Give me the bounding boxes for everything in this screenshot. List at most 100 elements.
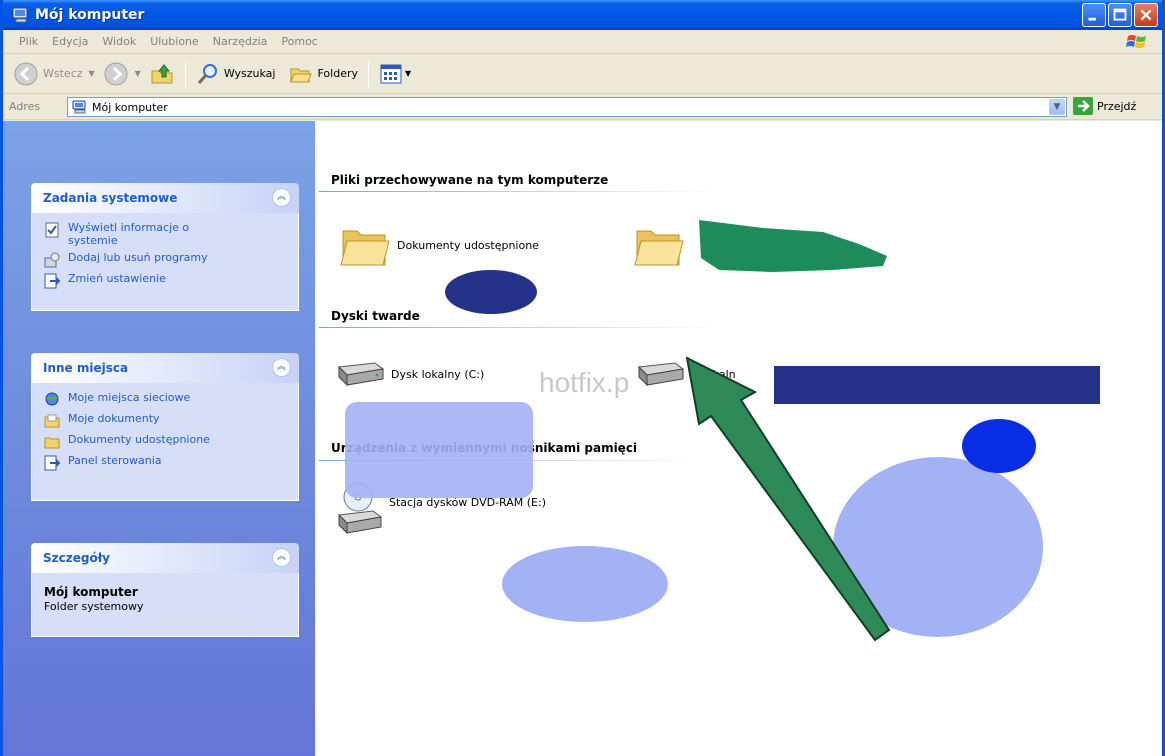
minimize-button[interactable]	[1082, 3, 1106, 27]
views-dropdown-icon[interactable]: ▼	[405, 69, 411, 78]
folders-button[interactable]: Foldery	[285, 58, 362, 90]
hard-disk-icon	[337, 362, 385, 387]
address-bar: Adres Mój komputer ▼ Przejdź	[3, 94, 1162, 120]
address-dropdown-icon[interactable]: ▼	[1049, 99, 1065, 115]
toolbar-separator	[184, 60, 186, 87]
details-name: Mój komputer	[44, 585, 138, 599]
task-label: Dodaj lub usuń programy	[68, 251, 208, 264]
collapse-icon[interactable]: ︽	[272, 188, 291, 207]
maximize-button[interactable]	[1108, 3, 1132, 27]
forward-arrow-icon	[104, 62, 128, 85]
group-divider	[319, 191, 719, 192]
group-divider	[319, 460, 699, 461]
go-label: Przejdź	[1097, 99, 1137, 113]
folder-icon	[634, 230, 684, 266]
details-type: Folder systemowy	[44, 600, 144, 613]
other-places-panel: Inne miejsca ︽ Moje miejsca sieciowe Moj…	[31, 353, 299, 501]
back-arrow-icon	[14, 62, 38, 85]
group-header-hard-disks: Dyski twarde	[331, 309, 420, 323]
task-label: Moje dokumenty	[68, 412, 160, 425]
back-label: Wstecz	[43, 67, 83, 80]
task-system-info[interactable]: Wyświetl informacje o systemie	[44, 221, 298, 247]
folder-icon	[340, 230, 390, 266]
folders-label: Foldery	[317, 67, 358, 80]
menu-plik[interactable]: Plik	[17, 35, 40, 48]
task-pane: Zadania systemowe ︽ Wyświetl informacje …	[3, 121, 315, 756]
group-header-removable: Urządzenia z wymiennymi nośnikami pamięc…	[331, 441, 638, 455]
dvd-drive-item[interactable]: Stacja dysków DVD-RAM (E:)	[337, 481, 546, 541]
window-title: Mój komputer	[35, 7, 145, 23]
other-places-header[interactable]: Inne miejsca ︽	[31, 353, 299, 383]
explorer-window: Mój komputer Plik Edycja Widok Ulubione …	[0, 0, 1165, 756]
item-label: k lokaln	[693, 367, 736, 381]
title-bar[interactable]: Mój komputer	[3, 0, 1162, 30]
menu-pomoc[interactable]: Pomoc	[279, 35, 319, 48]
place-shared-documents[interactable]: Dokumenty udostępnione	[44, 433, 298, 450]
place-my-documents[interactable]: Moje dokumenty	[44, 412, 298, 429]
item-label: Dysk lokalny (C:)	[391, 367, 485, 381]
my-documents-icon	[44, 414, 60, 428]
search-icon	[197, 63, 217, 84]
shared-documents-icon	[44, 437, 60, 449]
task-label: Zmień ustawienie	[68, 272, 166, 285]
add-remove-programs-icon	[44, 252, 60, 268]
menu-edycja[interactable]: Edycja	[50, 35, 90, 48]
system-tasks-panel: Zadania systemowe ︽ Wyświetl informacje …	[31, 183, 299, 311]
dvd-drive-icon	[337, 482, 383, 535]
task-label: Dokumenty udostępnione	[68, 433, 210, 446]
local-disk-c-item[interactable]: Dysk lokalny (C:)	[335, 359, 484, 389]
details-title: Szczegóły	[43, 551, 110, 565]
change-setting-icon	[44, 273, 60, 289]
windows-logo-icon	[1126, 35, 1146, 48]
views-icon	[380, 64, 402, 83]
close-button[interactable]	[1134, 3, 1158, 27]
task-add-remove-programs[interactable]: Dodaj lub usuń programy	[44, 251, 298, 268]
hard-disk-icon	[637, 362, 685, 387]
my-computer-icon	[72, 100, 86, 114]
group-divider	[319, 327, 719, 328]
user-documents-item[interactable]	[633, 221, 685, 269]
go-arrow-icon	[1073, 97, 1093, 115]
menu-ulubione[interactable]: Ulubione	[148, 35, 201, 48]
control-panel-icon	[44, 455, 60, 471]
network-places-icon	[45, 392, 59, 406]
go-button[interactable]: Przejdź	[1073, 97, 1136, 115]
details-panel: Szczegóły ︽ Mój komputer Folder systemow…	[31, 543, 299, 637]
task-change-setting[interactable]: Zmień ustawienie	[44, 272, 298, 289]
back-button[interactable]: Wstecz ▼	[9, 58, 99, 90]
up-folder-icon	[151, 63, 173, 83]
item-label: Dokumenty udostępnione	[397, 238, 539, 252]
address-label: Adres	[9, 100, 41, 113]
details-header[interactable]: Szczegóły ︽	[31, 543, 299, 573]
task-label: Panel sterowania	[68, 454, 162, 467]
task-label: Wyświetl informacje o systemie	[68, 221, 190, 247]
shared-documents-item[interactable]: Dokumenty udostępnione	[339, 221, 539, 269]
local-disk-d-item[interactable]: k lokaln	[635, 359, 736, 389]
place-network[interactable]: Moje miejsca sieciowe	[44, 391, 298, 408]
collapse-icon[interactable]: ︽	[272, 548, 291, 567]
system-info-icon	[45, 222, 59, 238]
toolbar: Wstecz ▼ ▼ Wyszukaj Foldery ▼	[3, 54, 1162, 94]
search-label: Wyszukaj	[223, 67, 276, 80]
place-control-panel[interactable]: Panel sterowania	[44, 454, 298, 471]
forward-dropdown-icon[interactable]: ▼	[135, 69, 141, 78]
collapse-icon[interactable]: ︽	[272, 358, 291, 377]
views-button[interactable]: ▼	[375, 58, 415, 90]
folders-icon	[290, 68, 313, 82]
group-header-files: Pliki przechowywane na tym komputerze	[331, 173, 609, 187]
my-computer-icon	[12, 7, 28, 23]
address-value: Mój komputer	[92, 100, 168, 114]
search-button[interactable]: Wyszukaj	[192, 58, 280, 90]
menu-widok[interactable]: Widok	[100, 35, 138, 48]
up-folder-button[interactable]	[145, 58, 179, 90]
other-places-title: Inne miejsca	[43, 361, 129, 375]
address-input[interactable]: Mój komputer ▼	[67, 97, 1067, 117]
forward-button[interactable]: ▼	[99, 58, 145, 90]
back-dropdown-icon[interactable]: ▼	[89, 69, 95, 78]
item-label: Stacja dysków DVD-RAM (E:)	[389, 495, 546, 509]
main-content: Pliki przechowywane na tym komputerze Do…	[315, 121, 1162, 756]
toolbar-separator	[368, 60, 369, 87]
system-tasks-header[interactable]: Zadania systemowe ︽	[31, 183, 299, 213]
system-tasks-title: Zadania systemowe	[43, 191, 178, 205]
menu-narzedzia[interactable]: Narzędzia	[211, 35, 270, 48]
